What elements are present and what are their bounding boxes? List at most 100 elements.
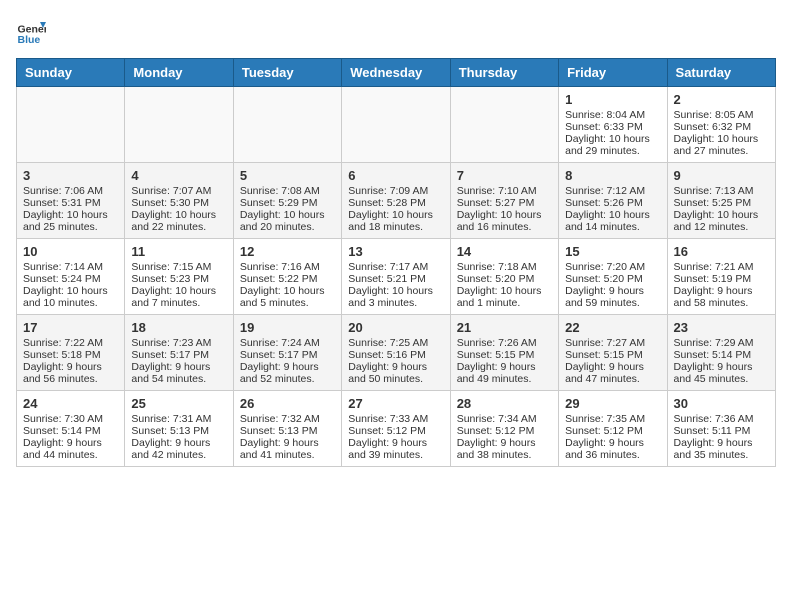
day-number: 15 xyxy=(565,244,660,259)
day-number: 29 xyxy=(565,396,660,411)
day-number: 26 xyxy=(240,396,335,411)
day-info: Sunset: 6:33 PM xyxy=(565,121,660,133)
calendar-cell: 11 Sunrise: 7:15 AMSunset: 5:23 PMDayligh… xyxy=(125,239,233,315)
day-number: 21 xyxy=(457,320,552,335)
day-info: Sunrise: 7:29 AM xyxy=(674,337,769,349)
day-number: 11 xyxy=(131,244,226,259)
day-info: Daylight: 9 hours and 42 minutes. xyxy=(131,437,226,461)
calendar-cell: 17Sunrise: 7:22 AMSunset: 5:18 PMDayligh… xyxy=(17,315,125,391)
calendar-cell: 12Sunrise: 7:16 AMSunset: 5:22 PMDayligh… xyxy=(233,239,341,315)
day-info: Sunrise: 7:25 AM xyxy=(348,337,443,349)
day-info: Daylight: 10 hours and 16 minutes. xyxy=(457,209,552,233)
day-number: 8 xyxy=(565,168,660,183)
day-number: 6 xyxy=(348,168,443,183)
day-number: 4 xyxy=(131,168,226,183)
svg-text:Blue: Blue xyxy=(18,34,41,46)
day-info: Sunset: 5:17 PM xyxy=(131,349,226,361)
day-info: Sunset: 5:27 PM xyxy=(457,197,552,209)
day-info: Daylight: 9 hours and 49 minutes. xyxy=(457,361,552,385)
calendar-cell: 13Sunrise: 7:17 AMSunset: 5:21 PMDayligh… xyxy=(342,239,450,315)
day-number: 19 xyxy=(240,320,335,335)
day-info: Sunrise: 8:05 AM xyxy=(674,109,769,121)
calendar-cell xyxy=(342,87,450,163)
calendar-cell: 21Sunrise: 7:26 AMSunset: 5:15 PMDayligh… xyxy=(450,315,558,391)
day-info: Daylight: 10 hours and 3 minutes. xyxy=(348,285,443,309)
day-header-saturday: Saturday xyxy=(667,59,775,87)
day-info: Sunrise: 7:12 AM xyxy=(565,185,660,197)
calendar-cell xyxy=(17,87,125,163)
calendar-table: SundayMondayTuesdayWednesdayThursdayFrid… xyxy=(16,58,776,467)
calendar-cell: 4Sunrise: 7:07 AMSunset: 5:30 PMDaylight… xyxy=(125,163,233,239)
day-info: Daylight: 10 hours and 5 minutes. xyxy=(240,285,335,309)
day-number: 17 xyxy=(23,320,118,335)
day-header-monday: Monday xyxy=(125,59,233,87)
day-number: 22 xyxy=(565,320,660,335)
day-info: Daylight: 9 hours and 38 minutes. xyxy=(457,437,552,461)
calendar-week-2: 3Sunrise: 7:06 AMSunset: 5:31 PMDaylight… xyxy=(17,163,776,239)
day-info: Daylight: 9 hours and 54 minutes. xyxy=(131,361,226,385)
day-info: Sunset: 5:24 PM xyxy=(23,273,118,285)
calendar-cell: 18 Sunrise: 7:23 AMSunset: 5:17 PMDayligh… xyxy=(125,315,233,391)
day-number: 30 xyxy=(674,396,769,411)
day-info: Sunset: 5:23 PM xyxy=(131,273,226,285)
day-info: Sunrise: 7:23 AM xyxy=(131,337,226,349)
day-info: Sunset: 5:26 PM xyxy=(565,197,660,209)
day-header-friday: Friday xyxy=(559,59,667,87)
calendar-cell xyxy=(233,87,341,163)
day-info: Sunset: 5:12 PM xyxy=(565,425,660,437)
day-info: Sunrise: 7:30 AM xyxy=(23,413,118,425)
day-info: Sunrise: 7:08 AM xyxy=(240,185,335,197)
day-info: Sunrise: 7:22 AM xyxy=(23,337,118,349)
day-info: Sunrise: 7:35 AM xyxy=(565,413,660,425)
calendar-cell: 24Sunrise: 7:30 AMSunset: 5:14 PMDayligh… xyxy=(17,391,125,467)
day-number: 24 xyxy=(23,396,118,411)
calendar-cell: 30Sunrise: 7:36 AMSunset: 5:11 PMDayligh… xyxy=(667,391,775,467)
day-info: Sunrise: 7:33 AM xyxy=(348,413,443,425)
day-number: 18 xyxy=(131,320,226,335)
calendar-cell: 9Sunrise: 7:13 AMSunset: 5:25 PMDaylight… xyxy=(667,163,775,239)
day-info: Sunrise: 7:21 AM xyxy=(674,261,769,273)
day-info: Sunset: 5:31 PM xyxy=(23,197,118,209)
day-number: 27 xyxy=(348,396,443,411)
day-info: Daylight: 9 hours and 39 minutes. xyxy=(348,437,443,461)
day-info: Sunset: 5:19 PM xyxy=(674,273,769,285)
day-info: Daylight: 9 hours and 41 minutes. xyxy=(240,437,335,461)
day-number: 16 xyxy=(674,244,769,259)
day-number: 9 xyxy=(674,168,769,183)
day-info: Sunset: 5:14 PM xyxy=(23,425,118,437)
day-info: Daylight: 10 hours and 10 minutes. xyxy=(23,285,118,309)
day-header-thursday: Thursday xyxy=(450,59,558,87)
day-info: Sunrise: 7:24 AM xyxy=(240,337,335,349)
day-info: Sunset: 5:13 PM xyxy=(240,425,335,437)
calendar-cell: 27Sunrise: 7:33 AMSunset: 5:12 PMDayligh… xyxy=(342,391,450,467)
day-info: Daylight: 9 hours and 52 minutes. xyxy=(240,361,335,385)
calendar-cell: 1Sunrise: 8:04 AMSunset: 6:33 PMDaylight… xyxy=(559,87,667,163)
day-info: Daylight: 10 hours and 27 minutes. xyxy=(674,133,769,157)
day-info: Daylight: 10 hours and 22 minutes. xyxy=(131,209,226,233)
day-info: Sunrise: 7:31 AM xyxy=(131,413,226,425)
day-info: Sunset: 5:25 PM xyxy=(674,197,769,209)
day-number: 10 xyxy=(23,244,118,259)
calendar-cell: 23Sunrise: 7:29 AMSunset: 5:14 PMDayligh… xyxy=(667,315,775,391)
calendar-cell: 29Sunrise: 7:35 AMSunset: 5:12 PMDayligh… xyxy=(559,391,667,467)
day-info: Daylight: 9 hours and 35 minutes. xyxy=(674,437,769,461)
day-info: Sunrise: 7:15 AM xyxy=(131,261,226,273)
day-number: 25 xyxy=(131,396,226,411)
day-info: Sunrise: 7:10 AM xyxy=(457,185,552,197)
day-info: Sunrise: 8:04 AM xyxy=(565,109,660,121)
calendar-cell: 6Sunrise: 7:09 AMSunset: 5:28 PMDaylight… xyxy=(342,163,450,239)
day-header-wednesday: Wednesday xyxy=(342,59,450,87)
day-info: Sunrise: 7:34 AM xyxy=(457,413,552,425)
day-info: Sunset: 5:11 PM xyxy=(674,425,769,437)
day-info: Daylight: 10 hours and 14 minutes. xyxy=(565,209,660,233)
day-info: Sunrise: 7:06 AM xyxy=(23,185,118,197)
day-info: Sunrise: 7:16 AM xyxy=(240,261,335,273)
day-info: Daylight: 9 hours and 56 minutes. xyxy=(23,361,118,385)
calendar-cell: 5Sunrise: 7:08 AMSunset: 5:29 PMDaylight… xyxy=(233,163,341,239)
day-info: Sunrise: 7:27 AM xyxy=(565,337,660,349)
calendar-cell: 14Sunrise: 7:18 AMSunset: 5:20 PMDayligh… xyxy=(450,239,558,315)
day-info: Sunset: 5:22 PM xyxy=(240,273,335,285)
day-info: Sunset: 5:16 PM xyxy=(348,349,443,361)
day-info: Sunrise: 7:17 AM xyxy=(348,261,443,273)
day-info: Daylight: 10 hours and 7 minutes. xyxy=(131,285,226,309)
